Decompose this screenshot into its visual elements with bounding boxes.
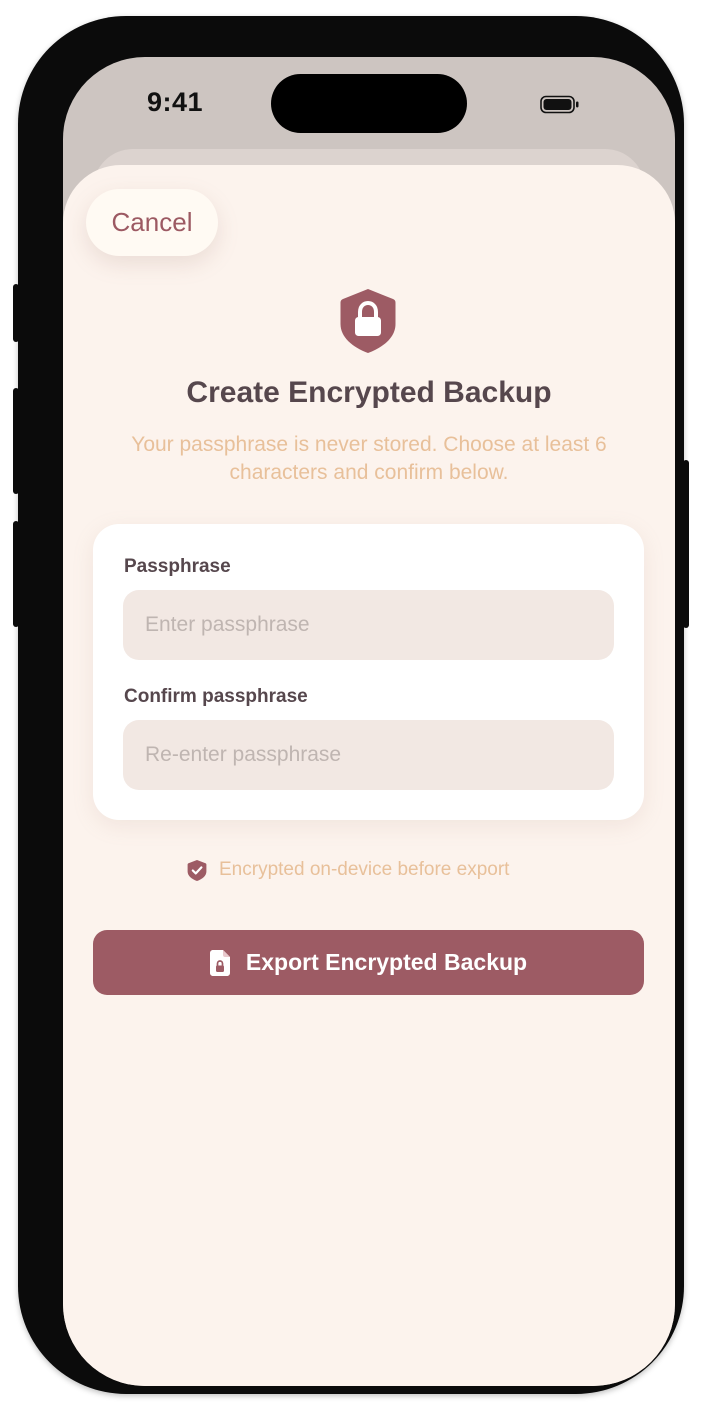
export-encrypted-backup-button[interactable]: Export Encrypted Backup — [93, 930, 644, 995]
sheet-title: Create Encrypted Backup — [186, 376, 552, 409]
power-button — [683, 460, 689, 628]
passphrase-form-card: Passphrase Confirm passphrase — [93, 524, 644, 820]
battery-icon — [540, 95, 579, 114]
volume-up-button — [13, 388, 19, 494]
status-time: 9:41 — [147, 87, 204, 117]
sheet-subtitle: Your passphrase is never stored. Choose … — [131, 433, 607, 484]
shield-lock-icon — [340, 289, 396, 353]
action-button — [13, 284, 19, 342]
export-button-label: Export Encrypted Backup — [245, 949, 528, 975]
shield-check-icon — [187, 859, 207, 881]
passphrase-label: Passphrase — [124, 556, 231, 577]
cancel-button-label: Cancel — [111, 207, 193, 237]
passphrase-input[interactable] — [123, 590, 614, 660]
dynamic-island — [271, 74, 467, 133]
encryption-note-text: Encrypted on-device before export — [219, 859, 510, 880]
confirm-passphrase-label: Confirm passphrase — [124, 686, 308, 707]
screen: 9:41 Cancel Create Encrypted Backup Your… — [63, 57, 675, 1386]
locked-document-icon — [209, 949, 230, 976]
backup-sheet: Cancel Create Encrypted Backup Your pass… — [63, 165, 675, 1386]
confirm-passphrase-input[interactable] — [123, 720, 614, 790]
encryption-note: Encrypted on-device before export — [187, 858, 509, 882]
cancel-button[interactable]: Cancel — [86, 189, 218, 256]
phone-frame: 9:41 Cancel Create Encrypted Backup Your… — [13, 16, 689, 1394]
volume-down-button — [13, 521, 19, 627]
